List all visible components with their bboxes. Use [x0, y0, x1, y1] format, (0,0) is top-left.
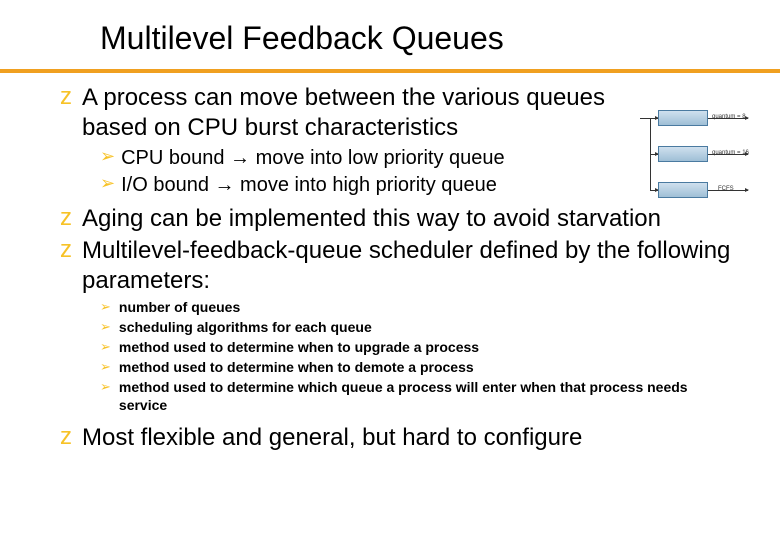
title-underline: [0, 69, 780, 73]
z-bullet-icon: z: [60, 204, 72, 233]
arrow-icon: [650, 154, 658, 155]
queue-label-3: FCFS: [718, 186, 734, 192]
bullet-3-sublist: ➢ number of queues ➢ scheduling algorith…: [100, 298, 740, 415]
triangle-bullet-icon: ➢: [100, 145, 115, 168]
sub-item-text: I/O bound → move into high priority queu…: [121, 172, 497, 198]
queue-box-3: [658, 182, 708, 198]
sub-item: ➢ scheduling algorithms for each queue: [100, 318, 740, 337]
arrow-icon: [708, 154, 748, 155]
queue-diagram: quantum = 8 quantum = 16 FCFS: [640, 110, 750, 220]
triangle-bullet-icon: ➢: [100, 318, 111, 336]
sub-item-text: method used to determine when to demote …: [119, 358, 474, 377]
sub-item-text: CPU bound → move into low priority queue: [121, 145, 505, 171]
bullet-4-text: Most flexible and general, but hard to c…: [82, 423, 582, 453]
sub-item: ➢ method used to determine when to upgra…: [100, 338, 740, 357]
arrow-icon: [708, 118, 748, 119]
sub-item: ➢ method used to determine which queue a…: [100, 378, 740, 416]
queue-label-2: quantum = 16: [712, 150, 749, 156]
arrow-icon: [708, 190, 748, 191]
arrow-icon: [640, 118, 658, 119]
arrow-connector: [650, 154, 651, 190]
slide: Multilevel Feedback Queues z A process c…: [0, 0, 780, 540]
triangle-bullet-icon: ➢: [100, 378, 111, 396]
bullet-4: z Most flexible and general, but hard to…: [60, 423, 740, 453]
bullet-2-text: Aging can be implemented this way to avo…: [82, 204, 661, 234]
triangle-bullet-icon: ➢: [100, 338, 111, 356]
sub-item-text: scheduling algorithms for each queue: [119, 318, 372, 337]
triangle-bullet-icon: ➢: [100, 298, 111, 316]
bullet-3-text: Multilevel-feedback-queue scheduler defi…: [82, 236, 740, 296]
bullet-1: z A process can move between the various…: [60, 83, 740, 143]
queue-box-1: [658, 110, 708, 126]
sub-item: ➢ method used to determine when to demot…: [100, 358, 740, 377]
z-bullet-icon: z: [60, 83, 72, 112]
sub-item-text: method used to determine when to upgrade…: [119, 338, 479, 357]
z-bullet-icon: z: [60, 423, 72, 452]
sub-item: ➢ number of queues: [100, 298, 740, 317]
z-bullet-icon: z: [60, 236, 72, 265]
bullet-1-text: A process can move between the various q…: [82, 83, 642, 143]
queue-box-2: [658, 146, 708, 162]
arrow-connector: [650, 118, 651, 154]
slide-title: Multilevel Feedback Queues: [100, 20, 740, 57]
triangle-bullet-icon: ➢: [100, 358, 111, 376]
content-area: z A process can move between the various…: [60, 83, 740, 453]
triangle-bullet-icon: ➢: [100, 172, 115, 195]
bullet-2: z Aging can be implemented this way to a…: [60, 204, 740, 234]
arrow-icon: [650, 190, 658, 191]
sub-item-text: number of queues: [119, 298, 240, 317]
bullet-3: z Multilevel-feedback-queue scheduler de…: [60, 236, 740, 296]
sub-item-text: method used to determine which queue a p…: [119, 378, 699, 416]
queue-label-1: quantum = 8: [712, 114, 746, 120]
